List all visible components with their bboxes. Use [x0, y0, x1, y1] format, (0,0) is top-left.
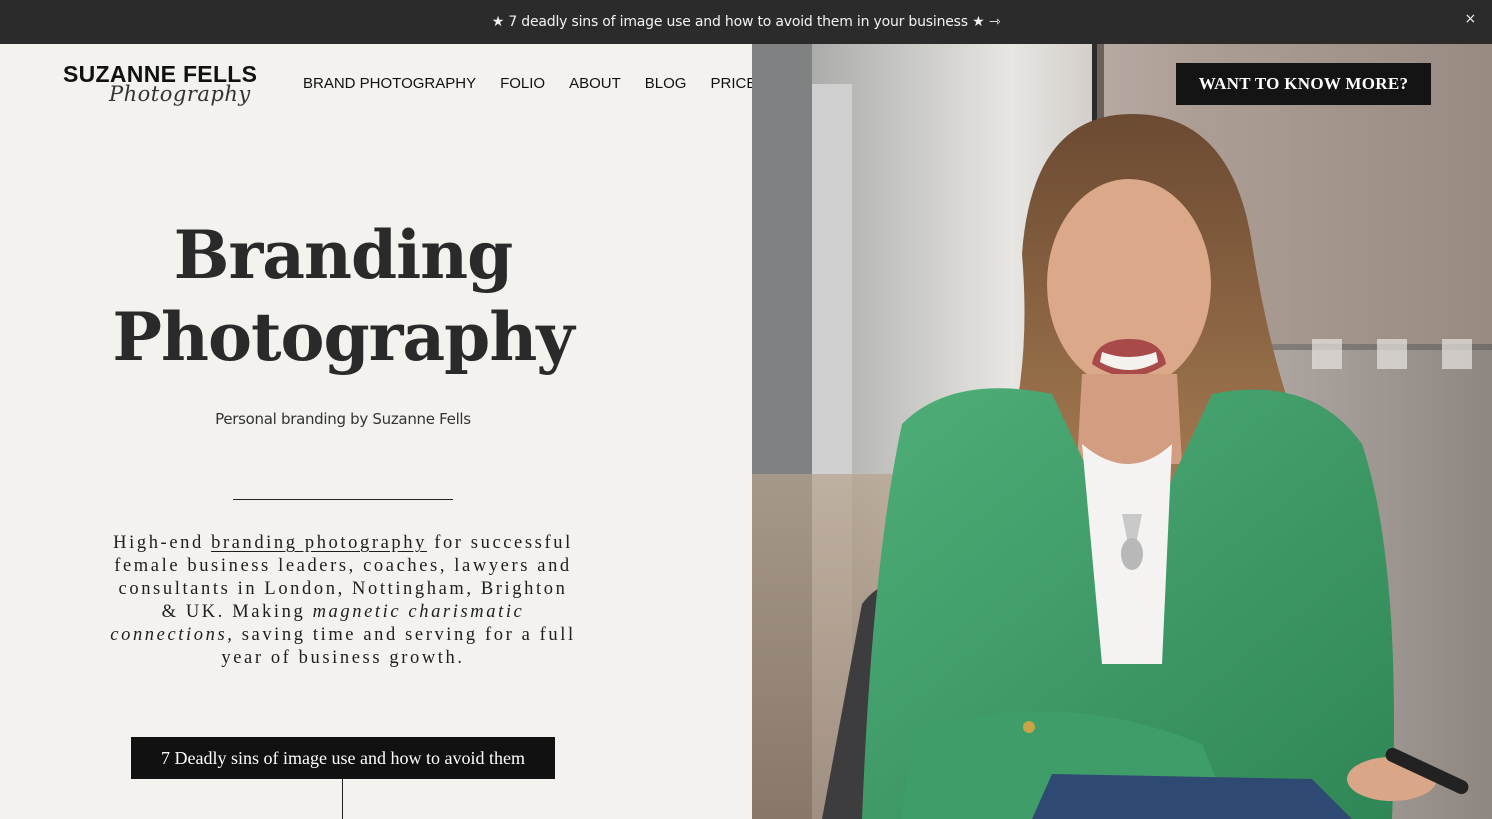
- close-icon[interactable]: ×: [1464, 11, 1476, 27]
- intro-paragraph: High-end branding photography for succes…: [110, 532, 576, 670]
- announcement-text[interactable]: ★ 7 deadly sins of image use and how to …: [492, 14, 1001, 30]
- nav-blog[interactable]: BLOG: [645, 75, 687, 92]
- vertical-line: [342, 779, 343, 819]
- intro-text-post: , saving time and serving for a full yea…: [221, 625, 576, 668]
- nav-folio[interactable]: FOLIO: [500, 75, 545, 92]
- divider: [233, 499, 453, 500]
- logo-script: Photography: [109, 82, 251, 106]
- nav-about[interactable]: ABOUT: [569, 75, 621, 92]
- want-to-know-more-button[interactable]: WANT TO KNOW MORE?: [1176, 63, 1431, 105]
- page-title: Branding Photography: [0, 214, 686, 378]
- portrait-photo: [752, 44, 1492, 819]
- seven-sins-button[interactable]: 7 Deadly sins of image use and how to av…: [131, 737, 555, 779]
- hero-left-panel: SUZANNE FELLS Photography BRAND PHOTOGRA…: [0, 44, 766, 819]
- hero-photo-panel: WANT TO KNOW MORE?: [752, 44, 1492, 819]
- site-logo[interactable]: SUZANNE FELLS Photography: [63, 62, 275, 112]
- intro-text-pre: High-end: [113, 533, 212, 553]
- branding-photography-link[interactable]: branding photography: [211, 533, 427, 553]
- title-line-1: Branding: [173, 216, 514, 294]
- announcement-bar[interactable]: ★ 7 deadly sins of image use and how to …: [0, 0, 1492, 44]
- title-line-2: Photography: [112, 298, 574, 376]
- hero-subtitle: Personal branding by Suzanne Fells: [215, 410, 471, 428]
- nav-brand-photography[interactable]: BRAND PHOTOGRAPHY: [303, 75, 476, 92]
- main-nav: BRAND PHOTOGRAPHY FOLIO ABOUT BLOG PRICE…: [303, 75, 790, 92]
